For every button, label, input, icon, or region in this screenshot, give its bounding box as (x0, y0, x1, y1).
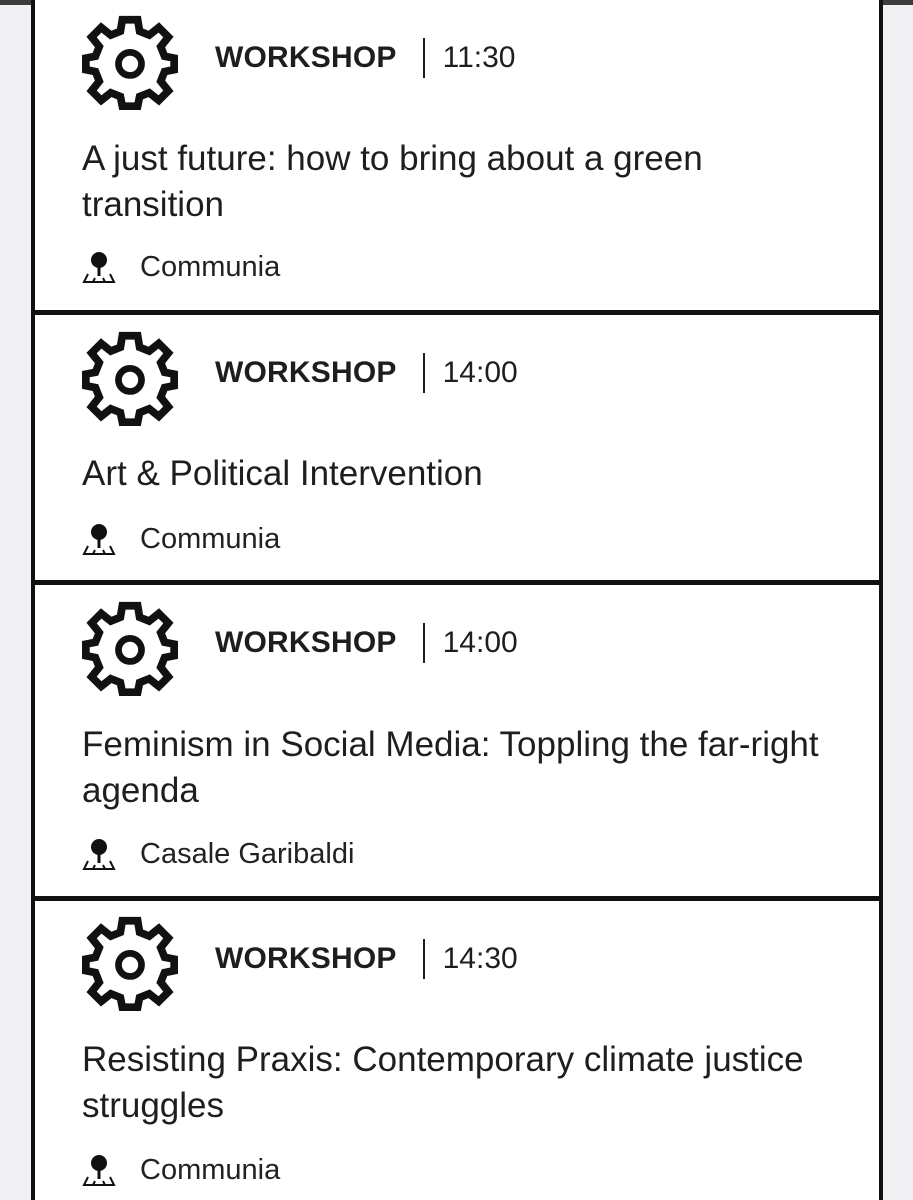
event-location-label: Communia (140, 250, 281, 283)
event-location[interactable]: Communia (82, 522, 280, 556)
gear-icon (82, 15, 178, 110)
event-meta: WORKSHOP 14:30 (215, 937, 518, 981)
event-time: 14:00 (442, 356, 518, 389)
event-card[interactable]: WORKSHOP 14:30 Resisting Praxis: Contemp… (35, 901, 879, 1200)
map-pin-icon (82, 1155, 116, 1186)
event-location-label: Casale Garibaldi (140, 837, 355, 870)
event-card[interactable]: WORKSHOP 11:30 A just future: how to bri… (35, 0, 879, 310)
event-card[interactable]: WORKSHOP 14:00 Feminism in Social Media:… (35, 585, 879, 896)
event-meta: WORKSHOP 14:00 (215, 621, 518, 665)
event-card[interactable]: WORKSHOP 14:00 Art & Political Intervent… (35, 315, 879, 580)
map-pin-icon (82, 839, 116, 870)
event-title[interactable]: Art & Political Intervention (82, 451, 842, 497)
event-location[interactable]: Communia (82, 1153, 280, 1187)
meta-separator (422, 353, 425, 393)
event-location-label: Communia (140, 522, 281, 555)
event-meta: WORKSHOP 14:00 (215, 351, 518, 395)
event-title[interactable]: Feminism in Social Media: Toppling the f… (82, 722, 842, 814)
event-time: 11:30 (442, 41, 516, 74)
event-title[interactable]: Resisting Praxis: Contemporary climate j… (82, 1037, 842, 1129)
event-title[interactable]: A just future: how to bring about a gree… (82, 136, 842, 228)
event-time: 14:00 (442, 626, 518, 659)
event-type: WORKSHOP (215, 41, 397, 74)
map-pin-icon (82, 252, 116, 283)
event-list: WORKSHOP 11:30 A just future: how to bri… (31, 0, 883, 1200)
event-type: WORKSHOP (215, 626, 397, 659)
meta-separator (422, 939, 425, 979)
event-meta: WORKSHOP 11:30 (215, 36, 515, 80)
event-type: WORKSHOP (215, 356, 397, 389)
event-location-label: Communia (140, 1153, 281, 1186)
gear-icon (82, 916, 178, 1011)
meta-separator (422, 623, 425, 663)
event-time: 14:30 (442, 942, 518, 975)
gear-icon (82, 601, 178, 696)
event-location[interactable]: Casale Garibaldi (82, 837, 354, 871)
event-location[interactable]: Communia (82, 250, 280, 284)
event-type: WORKSHOP (215, 942, 397, 975)
meta-separator (422, 38, 425, 78)
gear-icon (82, 331, 178, 426)
map-pin-icon (82, 524, 116, 555)
